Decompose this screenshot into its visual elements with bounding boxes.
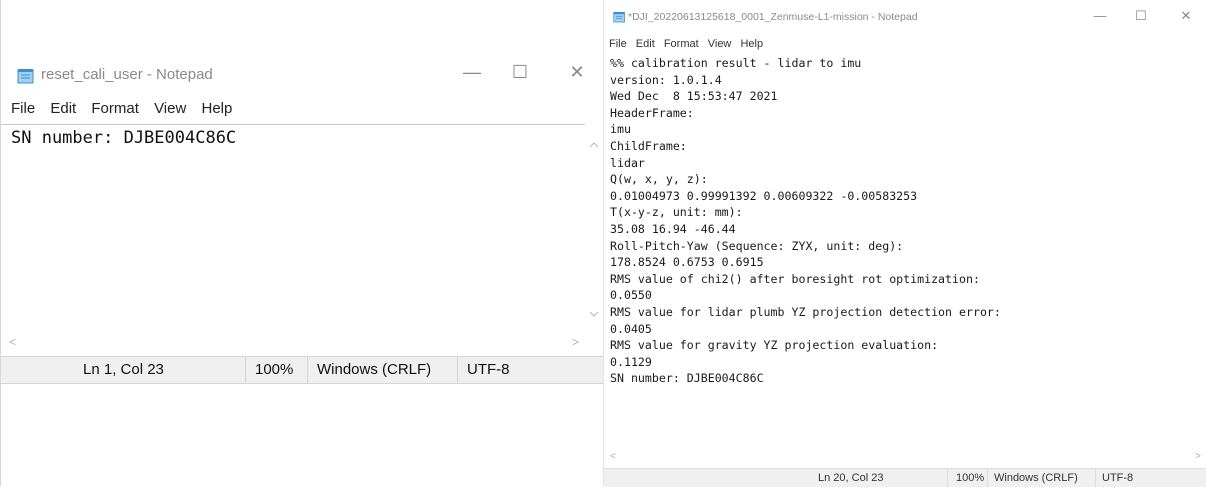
status-zoom: 100%: [255, 361, 294, 378]
scroll-right-icon[interactable]: >: [1195, 451, 1201, 462]
close-button[interactable]: ✕: [562, 62, 592, 83]
menu-help[interactable]: Help: [740, 38, 763, 50]
vertical-scrollbar[interactable]: [585, 124, 603, 350]
menu-file[interactable]: File: [11, 100, 35, 117]
status-encoding: UTF-8: [467, 361, 510, 378]
horizontal-scrollbar[interactable]: < >: [1, 334, 585, 350]
menu-view[interactable]: View: [708, 38, 732, 50]
title-bar[interactable]: reset_cali_user - Notepad — ☐ ✕: [1, 58, 604, 92]
menu-format[interactable]: Format: [91, 100, 139, 117]
text-editor[interactable]: %% calibration result - lidar to imu ver…: [604, 55, 1196, 453]
scroll-right-icon[interactable]: >: [572, 335, 579, 349]
status-separator: [307, 357, 308, 383]
menu-file[interactable]: File: [609, 38, 627, 50]
notepad-icon: [17, 69, 34, 84]
scroll-up-icon[interactable]: [585, 138, 603, 152]
notepad-window-zenmuse-mission[interactable]: *DJI_20220613125618_0001_Zenmuse-L1-miss…: [603, 0, 1206, 487]
minimize-button[interactable]: —: [457, 62, 487, 83]
menu-help[interactable]: Help: [201, 100, 232, 117]
text-editor[interactable]: SN number: DJBE004C86C: [1, 124, 585, 335]
status-separator: [987, 469, 988, 487]
status-bar: Ln 1, Col 23 100% Windows (CRLF) UTF-8: [1, 356, 604, 384]
status-separator: [1095, 469, 1096, 487]
scroll-left-icon[interactable]: <: [610, 451, 616, 462]
status-zoom: 100%: [956, 472, 985, 484]
editor-content[interactable]: SN number: DJBE004C86C: [11, 128, 236, 148]
status-cursor-position: Ln 20, Col 23: [818, 472, 884, 484]
minimize-button[interactable]: —: [1088, 8, 1112, 23]
status-encoding: UTF-8: [1102, 472, 1134, 484]
editor-content[interactable]: %% calibration result - lidar to imu ver…: [610, 55, 1001, 387]
scroll-left-icon[interactable]: <: [9, 335, 16, 349]
status-line-ending: Windows (CRLF): [994, 472, 1078, 484]
maximize-button[interactable]: ☐: [1129, 8, 1153, 24]
menu-edit[interactable]: Edit: [50, 100, 76, 117]
maximize-button[interactable]: ☐: [505, 62, 535, 83]
menu-bar: File Edit Format View Help: [609, 38, 769, 50]
status-separator: [457, 357, 458, 383]
menu-format[interactable]: Format: [664, 38, 699, 50]
window-title: *DJI_20220613125618_0001_Zenmuse-L1-miss…: [628, 11, 918, 23]
status-line-ending: Windows (CRLF): [317, 361, 432, 378]
scroll-down-icon[interactable]: [585, 307, 603, 321]
status-separator: [947, 469, 948, 487]
status-separator: [245, 357, 246, 383]
title-bar[interactable]: *DJI_20220613125618_0001_Zenmuse-L1-miss…: [604, 0, 1206, 34]
status-cursor-position: Ln 1, Col 23: [83, 361, 164, 378]
status-bar: Ln 20, Col 23 100% Windows (CRLF) UTF-8: [604, 468, 1206, 487]
menu-bar: File Edit Format View Help: [11, 100, 243, 117]
horizontal-scrollbar[interactable]: < >: [604, 451, 1206, 465]
notepad-window-reset-cali-user[interactable]: reset_cali_user - Notepad — ☐ ✕ File Edi…: [0, 0, 604, 486]
close-button[interactable]: ✕: [1174, 8, 1198, 24]
notepad-icon: [613, 11, 625, 23]
menu-view[interactable]: View: [154, 100, 186, 117]
menu-edit[interactable]: Edit: [636, 38, 655, 50]
window-title: reset_cali_user - Notepad: [41, 66, 213, 83]
